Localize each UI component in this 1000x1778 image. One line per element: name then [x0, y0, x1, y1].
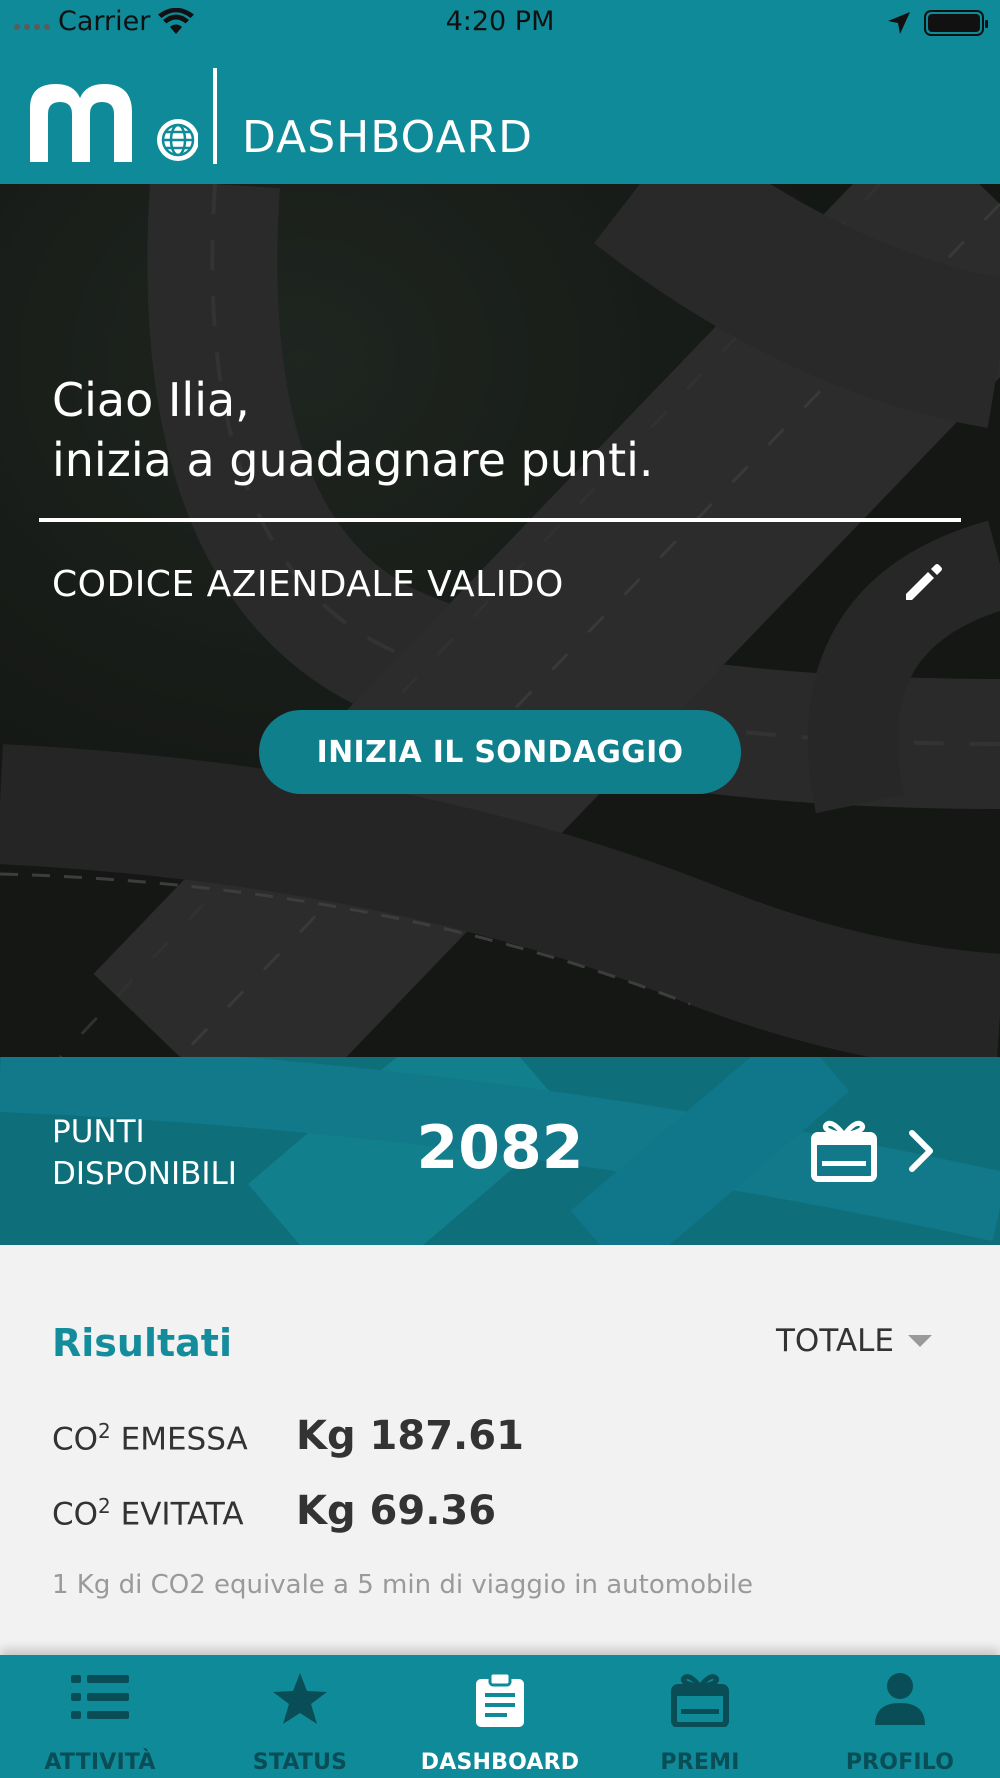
m-globe-logo-icon [30, 84, 198, 162]
co2-emitted-label: CO2 EMESSA [52, 1419, 296, 1457]
tab-label: PROFILO [845, 1750, 955, 1775]
co2-emitted-label-sup: 2 [98, 1418, 111, 1443]
available-points-panel[interactable]: PUNTI DISPONIBILI 2082 [0, 1057, 1000, 1245]
tab-label: STATUS [252, 1750, 348, 1775]
status-indicators [886, 10, 988, 36]
tab-label: ATTIVITÀ [44, 1750, 156, 1775]
caret-down-icon [907, 1335, 932, 1347]
app-header: DASHBOARD [0, 50, 1000, 184]
greeting-line-1: Ciao Ilia, [52, 373, 250, 427]
tab-dashboard[interactable]: DASHBOARD [400, 1655, 600, 1778]
points-label-line-2: DISPONIBILI [52, 1156, 237, 1192]
points-label-line-1: PUNTI [52, 1114, 145, 1150]
company-code-status: CODICE AZIENDALE VALIDO [52, 564, 564, 605]
co2-emitted-value: Kg 187.61 [296, 1413, 524, 1459]
tab-profilo[interactable]: PROFILO [800, 1655, 1000, 1778]
tab-attivita[interactable]: ATTIVITÀ [0, 1655, 200, 1778]
tab-premi[interactable]: PREMI [600, 1655, 800, 1778]
person-icon [875, 1673, 925, 1725]
co2-avoided-label-sup: 2 [98, 1493, 111, 1518]
co2-avoided-label-suffix: EVITATA [110, 1496, 244, 1532]
co2-emitted-label-prefix: CO [52, 1421, 99, 1457]
clipboard-icon [476, 1671, 524, 1727]
chevron-right-icon[interactable] [906, 1129, 936, 1173]
status-time: 4:20 PM [445, 6, 555, 37]
hero-section: Ciao Ilia, inizia a guadagnare punti. CO… [0, 184, 1000, 1057]
status-bar: Carrier 4:20 PM [0, 0, 1000, 50]
points-value: 2082 [416, 1113, 584, 1183]
road-aerial-background [0, 184, 1000, 1057]
period-dropdown[interactable]: TOTALE [776, 1323, 932, 1359]
list-icon [71, 1675, 129, 1719]
points-label: PUNTI DISPONIBILI [52, 1111, 312, 1195]
tab-status[interactable]: STATUS [200, 1655, 400, 1778]
header-divider [213, 68, 217, 164]
start-survey-button[interactable]: INIZIA IL SONDAGGIO [259, 710, 741, 794]
pencil-icon[interactable] [900, 558, 948, 606]
results-title: Risultati [52, 1321, 232, 1365]
co2-footnote: 1 Kg di CO2 equivale a 5 min di viaggio … [52, 1570, 753, 1600]
tab-label: DASHBOARD [420, 1750, 580, 1775]
hero-divider [39, 518, 961, 522]
greeting-line-2: inizia a guadagnare punti. [52, 433, 654, 487]
battery-icon [924, 10, 988, 36]
gift-card-icon[interactable] [810, 1117, 878, 1183]
co2-emitted-label-suffix: EMESSA [110, 1421, 248, 1457]
gift-icon [671, 1674, 729, 1727]
location-arrow-icon [888, 12, 910, 34]
results-section: Risultati TOTALE CO2 EMESSA Kg 187.61 CO… [0, 1245, 1000, 1655]
co2-emitted-row: CO2 EMESSA Kg 187.61 [52, 1413, 524, 1459]
bottom-tab-bar: ATTIVITÀ STATUS DASHBOARD PREMI PROFILO [0, 1655, 1000, 1778]
tab-label: PREMI [660, 1750, 740, 1775]
greeting: Ciao Ilia, inizia a guadagnare punti. [52, 370, 654, 490]
co2-avoided-value: Kg 69.36 [296, 1488, 497, 1534]
co2-avoided-label: CO2 EVITATA [52, 1494, 296, 1532]
co2-avoided-label-prefix: CO [52, 1496, 99, 1532]
co2-avoided-row: CO2 EVITATA Kg 69.36 [52, 1488, 496, 1534]
page-title: DASHBOARD [242, 112, 534, 163]
star-icon [273, 1673, 327, 1724]
period-value: TOTALE [776, 1323, 894, 1359]
